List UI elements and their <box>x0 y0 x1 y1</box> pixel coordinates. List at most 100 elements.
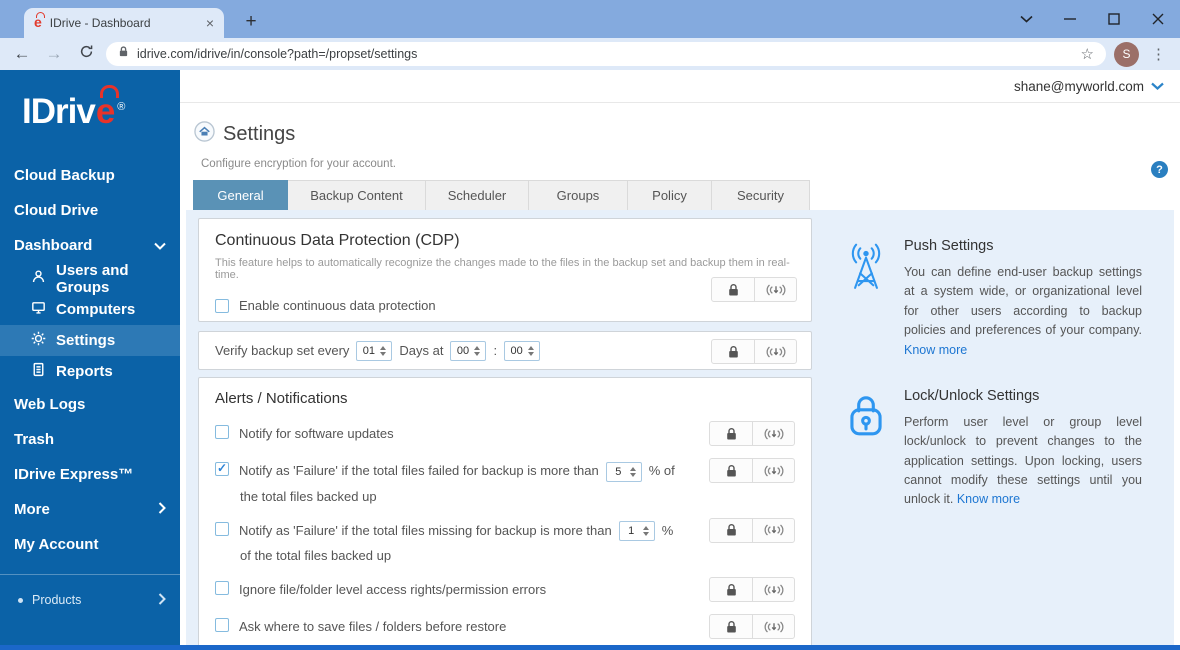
sidebar-item-settings[interactable]: Settings <box>0 325 180 356</box>
alerts-panel: Alerts / Notifications Notify for softwa… <box>198 377 812 650</box>
alert-checkbox[interactable] <box>215 581 229 596</box>
tab-backup-content[interactable]: Backup Content <box>288 180 426 211</box>
lock-button[interactable] <box>712 340 754 363</box>
card-title: Push Settings <box>904 238 994 254</box>
alert-row-software-updates: Notify for software updates <box>215 421 795 446</box>
back-icon[interactable]: ← <box>10 44 34 64</box>
cdp-title: Continuous Data Protection (CDP) <box>215 232 460 249</box>
lock-button[interactable] <box>710 422 752 445</box>
verify-days-stepper[interactable]: 01 <box>356 340 393 361</box>
lock-button[interactable] <box>712 278 754 301</box>
sidebar-item-trash[interactable]: Trash <box>0 422 180 457</box>
radio-tower-icon <box>840 238 892 360</box>
propagate-button[interactable] <box>752 615 794 639</box>
bookmark-star-icon[interactable]: ☆ <box>1081 45 1094 63</box>
tab-scheduler[interactable]: Scheduler <box>426 180 529 211</box>
alert-checkbox[interactable] <box>215 461 229 476</box>
https-lock-icon <box>118 45 129 63</box>
failed-percent-stepper[interactable]: 5 <box>605 461 642 482</box>
verify-minute-stepper[interactable]: 00 <box>504 340 541 361</box>
tab-groups[interactable]: Groups <box>529 180 628 211</box>
home-icon[interactable] <box>194 121 215 147</box>
stepper-arrows-icon[interactable] <box>380 345 387 356</box>
padlock-icon <box>840 388 892 510</box>
browser-menu-icon[interactable]: ⋮ <box>1147 45 1170 63</box>
alert-label-suffix: % <box>661 522 674 538</box>
minimize-button[interactable] <box>1048 0 1092 38</box>
propagate-button[interactable] <box>752 578 794 602</box>
stepper-arrows-icon[interactable] <box>474 345 481 356</box>
sidebar-item-products[interactable]: Products <box>0 585 180 615</box>
stepper-arrows-icon[interactable] <box>642 526 649 537</box>
lock-button[interactable] <box>710 459 752 482</box>
missing-percent-stepper[interactable]: 1 <box>618 521 655 542</box>
verify-time-separator: : <box>493 343 498 358</box>
alert-checkbox[interactable] <box>215 521 229 536</box>
tab-close-icon[interactable]: × <box>206 15 214 31</box>
alert-actions <box>709 421 795 446</box>
page-subtitle: Configure encryption for your account. <box>201 158 396 170</box>
sidebar-item-idrive-express[interactable]: IDrive Express™ <box>0 457 180 492</box>
card-body-text: Perform user level or group level lock/u… <box>904 414 1142 507</box>
card-title: Lock/Unlock Settings <box>904 387 1040 404</box>
account-email[interactable]: shane@myworld.com <box>1014 79 1144 94</box>
sidebar-item-cloud-drive[interactable]: Cloud Drive <box>0 193 180 228</box>
know-more-link[interactable]: Know more <box>957 492 1020 506</box>
tab-security[interactable]: Security <box>712 180 810 211</box>
propagate-button[interactable] <box>754 340 796 363</box>
alert-checkbox[interactable] <box>215 425 229 439</box>
page-title: Settings <box>223 122 296 145</box>
reload-icon[interactable] <box>74 44 98 64</box>
account-chevron-down-icon[interactable] <box>1151 77 1164 95</box>
sidebar-item-computers[interactable]: Computers <box>0 294 180 325</box>
alert-row-failed-files: Notify as 'Failure' if the total files f… <box>215 458 795 504</box>
cdp-actions <box>711 277 797 302</box>
window-bottom-edge <box>0 645 1180 650</box>
sidebar: IDrive ® Cloud Backup Cloud Drive Dashboa… <box>0 70 180 650</box>
propagate-button[interactable] <box>752 459 794 482</box>
verify-panel: Verify backup set every 01 Days at 00 : … <box>198 331 812 370</box>
tab-general[interactable]: General <box>193 180 288 211</box>
idrive-logo-e: e <box>95 92 115 131</box>
lock-button[interactable] <box>710 519 752 542</box>
propagate-button[interactable] <box>752 422 794 445</box>
propagate-button[interactable] <box>752 518 794 542</box>
verify-hour-stepper[interactable]: 00 <box>450 340 487 361</box>
alert-row-ignore-permissions: Ignore file/folder level access rights/p… <box>215 577 795 603</box>
chevron-right-icon <box>158 592 166 608</box>
sidebar-item-cloud-backup[interactable]: Cloud Backup <box>0 158 180 193</box>
lock-button[interactable] <box>710 615 752 638</box>
sidebar-item-dashboard[interactable]: Dashboard <box>0 228 180 263</box>
cdp-description: This feature helps to automatically reco… <box>215 257 790 281</box>
tab-search-chevron-icon[interactable] <box>1004 0 1048 38</box>
sidebar-item-reports[interactable]: Reports <box>0 356 180 387</box>
help-icon[interactable]: ? <box>1151 161 1168 178</box>
cdp-checkbox[interactable] <box>215 298 229 313</box>
lock-button[interactable] <box>710 578 752 601</box>
stepper-arrows-icon[interactable] <box>528 345 535 356</box>
url-text[interactable]: idrive.com/idrive/in/console?path=/props… <box>137 47 1073 61</box>
profile-avatar[interactable]: S <box>1114 41 1139 67</box>
tab-policy[interactable]: Policy <box>628 180 712 211</box>
alert-label: Notify as 'Failure' if the total files m… <box>239 522 612 538</box>
main-area: shane@myworld.com Settings ? Configure e… <box>180 70 1180 650</box>
url-bar[interactable]: idrive.com/idrive/in/console?path=/props… <box>106 42 1106 66</box>
browser-tab[interactable]: e IDrive - Dashboard × <box>24 8 224 38</box>
bullet-icon <box>18 597 23 603</box>
alert-row-ask-restore-location: Ask where to save files / folders before… <box>215 614 795 640</box>
new-tab-button[interactable]: + <box>238 8 264 36</box>
sidebar-item-web-logs[interactable]: Web Logs <box>0 387 180 422</box>
sidebar-item-more[interactable]: More <box>0 492 180 527</box>
sidebar-item-users-and-groups[interactable]: Users and Groups <box>0 262 180 296</box>
sidebar-item-my-account[interactable]: My Account <box>0 527 180 562</box>
stepper-arrows-icon[interactable] <box>629 466 636 477</box>
idrive-logo[interactable]: IDrive ® <box>0 70 180 158</box>
settings-region: Continuous Data Protection (CDP) This fe… <box>186 210 1174 650</box>
propagate-button[interactable] <box>754 278 796 301</box>
close-button[interactable] <box>1136 0 1180 38</box>
alert-checkbox[interactable] <box>215 618 229 633</box>
lock-unlock-settings-card: Lock/Unlock Settings Perform user level … <box>840 388 1142 510</box>
know-more-link[interactable]: Know more <box>904 343 967 357</box>
browser-window: e IDrive - Dashboard × + ← → idrive.com/… <box>0 0 1180 650</box>
maximize-button[interactable] <box>1092 0 1136 38</box>
